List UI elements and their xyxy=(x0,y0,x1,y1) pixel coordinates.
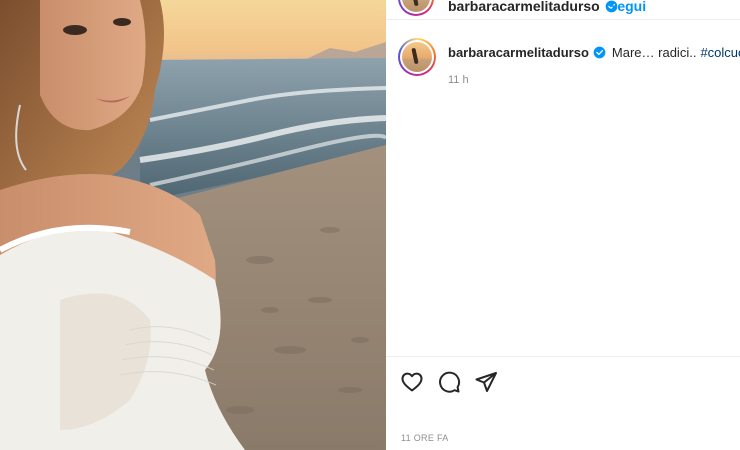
header-username-text[interactable]: barbaracarmelitadurso xyxy=(448,0,600,14)
caption-body: Mare… radici.. xyxy=(611,45,697,60)
post-photo[interactable] xyxy=(0,0,386,450)
header-avatar[interactable] xyxy=(398,0,434,16)
verified-badge-icon xyxy=(593,46,606,59)
share-button[interactable] xyxy=(474,370,498,394)
caption-avatar[interactable] xyxy=(398,38,436,76)
follow-button[interactable]: Segui xyxy=(608,0,646,14)
post-header: barbaracarmelitadurso Segui xyxy=(386,0,740,20)
post-details-panel: barbaracarmelitadurso Segui barbaracarme… xyxy=(386,0,740,450)
post-date[interactable]: 11 ORE FA xyxy=(401,433,449,443)
caption-time[interactable]: 11 h xyxy=(448,74,469,86)
comment-icon xyxy=(439,371,461,393)
actions-divider xyxy=(386,356,740,357)
caption-text: barbaracarmelitadurso Mare… radici.. #co… xyxy=(448,45,740,60)
header-username[interactable]: barbaracarmelitadurso xyxy=(448,0,618,14)
action-bar xyxy=(400,370,498,394)
share-icon xyxy=(475,372,497,392)
like-button[interactable] xyxy=(400,370,424,394)
comment-button[interactable] xyxy=(437,370,461,394)
heart-icon xyxy=(401,372,423,392)
caption-username[interactable]: barbaracarmelitadurso xyxy=(448,45,589,60)
caption-hashtag[interactable]: #colcuore xyxy=(700,45,740,60)
